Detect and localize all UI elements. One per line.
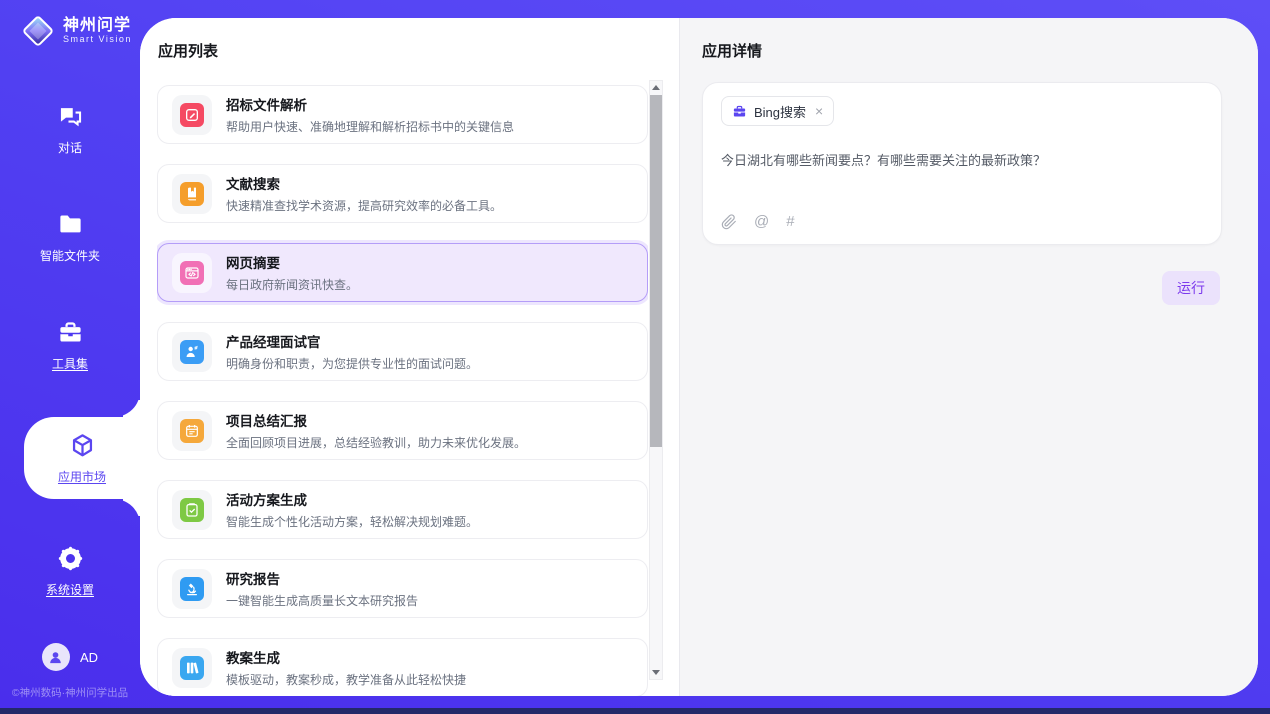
books-icon bbox=[180, 656, 204, 680]
app-card-title: 招标文件解析 bbox=[226, 94, 514, 114]
user-row[interactable]: AD bbox=[42, 643, 98, 671]
app-card-title: 产品经理面试官 bbox=[226, 331, 478, 351]
microscope-icon bbox=[180, 577, 204, 601]
app-card-description: 明确身份和职责，为您提供专业性的面试问题。 bbox=[226, 355, 478, 372]
app-card-title: 文献搜索 bbox=[226, 173, 502, 193]
app-icon-box bbox=[172, 253, 212, 293]
app-icon-box bbox=[172, 95, 212, 135]
sidebar-item-chat[interactable]: 对话 bbox=[0, 93, 140, 165]
sidebar-item-label: 对话 bbox=[58, 139, 82, 156]
note-icon bbox=[180, 419, 204, 443]
interviewer-icon bbox=[180, 340, 204, 364]
app-icon-box bbox=[172, 411, 212, 451]
app-frame: 神州问学 Smart Vision 对话智能文件夹工具集应用市场系统设置 AD … bbox=[0, 0, 1270, 714]
app-icon-box bbox=[172, 648, 212, 688]
close-icon[interactable]: × bbox=[815, 104, 823, 118]
sidebar: 神州问学 Smart Vision 对话智能文件夹工具集应用市场系统设置 AD … bbox=[0, 0, 140, 708]
query-card: Bing搜索 × 今日湖北有哪些新闻要点？有哪些需要关注的最新政策？ @# bbox=[702, 82, 1222, 245]
scrollbar[interactable] bbox=[649, 80, 663, 680]
app-card-literature-search[interactable]: 文献搜索快速精准查找学术资源，提高研究效率的必备工具。 bbox=[157, 164, 648, 223]
app-card-title: 活动方案生成 bbox=[226, 489, 478, 509]
doc-edit-icon bbox=[180, 103, 204, 127]
chat-icon bbox=[57, 103, 84, 130]
sidebar-nav: 对话智能文件夹工具集应用市场系统设置 bbox=[0, 93, 140, 643]
briefcase-icon bbox=[732, 104, 747, 119]
sidebar-item-smart-folder[interactable]: 智能文件夹 bbox=[0, 201, 140, 273]
brand-subtitle: Smart Vision bbox=[63, 34, 132, 45]
user-avatar-icon bbox=[42, 643, 70, 671]
folder-icon bbox=[57, 211, 84, 238]
sidebar-item-system-settings[interactable]: 系统设置 bbox=[0, 535, 140, 607]
app-card-description: 模板驱动，教案秒成，教学准备从此轻松快捷 bbox=[226, 671, 466, 688]
sidebar-item-label: 系统设置 bbox=[46, 581, 94, 598]
sidebar-item-label: 智能文件夹 bbox=[40, 247, 100, 264]
query-text[interactable]: 今日湖北有哪些新闻要点？有哪些需要关注的最新政策？ bbox=[721, 150, 1203, 169]
app-card-description: 帮助用户快速、准确地理解和解析招标书中的关键信息 bbox=[226, 118, 514, 135]
app-card-lesson-plan-generate[interactable]: 教案生成模板驱动，教案秒成，教学准备从此轻松快捷 bbox=[157, 638, 648, 696]
app-card-tender-doc-parse[interactable]: 招标文件解析帮助用户快速、准确地理解和解析招标书中的关键信息 bbox=[157, 85, 648, 144]
sidebar-item-toolset[interactable]: 工具集 bbox=[0, 309, 140, 381]
app-card-description: 快速精准查找学术资源，提高研究效率的必备工具。 bbox=[226, 197, 502, 214]
app-card-webpage-summary[interactable]: 网页摘要每日政府新闻资讯快查。 bbox=[157, 243, 648, 302]
clipboard-check-icon bbox=[180, 498, 204, 522]
copyright-text: ©神州数码·神州问学出品 bbox=[12, 685, 128, 700]
app-card-description: 智能生成个性化活动方案，轻松解决规划难题。 bbox=[226, 513, 478, 530]
attachment-icon[interactable] bbox=[721, 214, 737, 230]
tool-tag-label: Bing搜索 bbox=[754, 102, 806, 121]
app-icon-box bbox=[172, 569, 212, 609]
gear-icon bbox=[57, 545, 84, 572]
sidebar-item-app-market[interactable]: 应用市场 bbox=[24, 417, 140, 499]
scroll-up-icon[interactable] bbox=[650, 81, 662, 94]
scrollbar-track[interactable] bbox=[650, 94, 662, 666]
mention-icon[interactable]: @ bbox=[754, 213, 769, 231]
app-card-title: 网页摘要 bbox=[226, 252, 358, 272]
brand-logo: 神州问学 Smart Vision bbox=[0, 13, 140, 49]
main-content: 应用列表 招标文件解析帮助用户快速、准确地理解和解析招标书中的关键信息文献搜索快… bbox=[140, 18, 1258, 696]
book-icon bbox=[180, 182, 204, 206]
app-card-title: 研究报告 bbox=[226, 568, 418, 588]
scrollbar-thumb[interactable] bbox=[650, 95, 662, 447]
app-card-description: 每日政府新闻资讯快查。 bbox=[226, 276, 358, 293]
app-icon-box bbox=[172, 332, 212, 372]
diamond-logo-icon bbox=[20, 13, 56, 49]
app-list-title: 应用列表 bbox=[158, 40, 218, 61]
app-card-research-report[interactable]: 研究报告一键智能生成高质量长文本研究报告 bbox=[157, 559, 648, 618]
app-card-description: 一键智能生成高质量长文本研究报告 bbox=[226, 592, 418, 609]
cube-icon bbox=[69, 432, 96, 459]
app-list: 招标文件解析帮助用户快速、准确地理解和解析招标书中的关键信息文献搜索快速精准查找… bbox=[157, 85, 648, 696]
bottom-strip bbox=[0, 708, 1270, 714]
app-icon-box bbox=[172, 174, 212, 214]
run-button[interactable]: 运行 bbox=[1162, 271, 1220, 305]
card-toolbar: @# bbox=[721, 213, 795, 231]
app-list-panel: 应用列表 招标文件解析帮助用户快速、准确地理解和解析招标书中的关键信息文献搜索快… bbox=[140, 18, 680, 696]
app-detail-title: 应用详情 bbox=[702, 40, 762, 61]
sidebar-item-label: 工具集 bbox=[52, 355, 88, 372]
brand-name: 神州问学 bbox=[63, 17, 132, 34]
app-detail-panel: 应用详情 Bing搜索 × 今日湖北有哪些新闻要点？有哪些需要关注的最新政策？ … bbox=[680, 18, 1258, 696]
sidebar-item-label: 应用市场 bbox=[58, 468, 106, 485]
app-icon-box bbox=[172, 490, 212, 530]
run-row: 运行 bbox=[1162, 271, 1220, 305]
hash-icon[interactable]: # bbox=[786, 213, 794, 231]
app-card-event-plan-generate[interactable]: 活动方案生成智能生成个性化活动方案，轻松解决规划难题。 bbox=[157, 480, 648, 539]
tool-tag-bing-search[interactable]: Bing搜索 × bbox=[721, 96, 834, 126]
app-card-description: 全面回顾项目进展，总结经验教训，助力未来优化发展。 bbox=[226, 434, 526, 451]
app-card-title: 教案生成 bbox=[226, 647, 466, 667]
user-initials: AD bbox=[80, 650, 98, 665]
toolbox-icon bbox=[57, 319, 84, 346]
scroll-down-icon[interactable] bbox=[650, 666, 662, 679]
app-card-project-summary-report[interactable]: 项目总结汇报全面回顾项目进展，总结经验教训，助力未来优化发展。 bbox=[157, 401, 648, 460]
app-card-title: 项目总结汇报 bbox=[226, 410, 526, 430]
app-card-pm-interviewer[interactable]: 产品经理面试官明确身份和职责，为您提供专业性的面试问题。 bbox=[157, 322, 648, 381]
webpage-code-icon bbox=[180, 261, 204, 285]
